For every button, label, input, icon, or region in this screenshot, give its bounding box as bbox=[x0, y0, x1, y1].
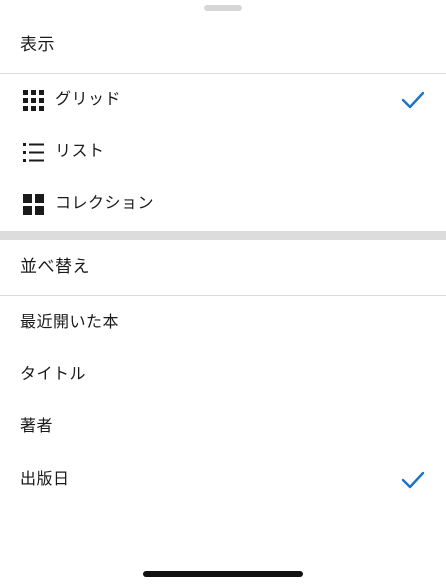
view-option-label: グリッド bbox=[55, 89, 122, 108]
display-section-title: 表示 bbox=[20, 35, 55, 55]
view-option-grid[interactable]: グリッド bbox=[0, 74, 446, 126]
sort-option-title[interactable]: タイトル bbox=[0, 349, 446, 401]
checkmark-icon bbox=[401, 471, 425, 489]
view-option-collection[interactable]: コレクション bbox=[0, 178, 446, 230]
view-option-label: リスト bbox=[55, 141, 105, 160]
sort-option-label: タイトル bbox=[20, 364, 87, 383]
sort-option-label: 出版日 bbox=[20, 469, 70, 488]
display-section-header: 表示 bbox=[0, 18, 446, 74]
sort-option-label: 最近開いた本 bbox=[20, 312, 120, 331]
sort-option-recently-opened[interactable]: 最近開いた本 bbox=[0, 297, 446, 349]
sort-option-publication-date[interactable]: 出版日 bbox=[0, 454, 446, 506]
grid-icon bbox=[23, 90, 44, 111]
view-option-list[interactable]: リスト bbox=[0, 126, 446, 178]
sheet-grabber-handle[interactable] bbox=[204, 5, 242, 11]
home-indicator[interactable] bbox=[143, 571, 303, 577]
sort-section-title: 並べ替え bbox=[20, 257, 90, 277]
view-option-label: コレクション bbox=[55, 193, 155, 212]
collection-icon bbox=[23, 194, 44, 215]
section-divider bbox=[0, 231, 446, 240]
list-icon bbox=[23, 143, 44, 162]
bottom-sheet: 表示 グリッド リスト コレクション 並べ替え 最近開いた本 タイトル 著者 出… bbox=[0, 0, 446, 587]
checkmark-icon bbox=[401, 91, 425, 109]
sort-section-header: 並べ替え bbox=[0, 240, 446, 296]
sort-option-author[interactable]: 著者 bbox=[0, 401, 446, 453]
sort-option-label: 著者 bbox=[20, 416, 54, 435]
